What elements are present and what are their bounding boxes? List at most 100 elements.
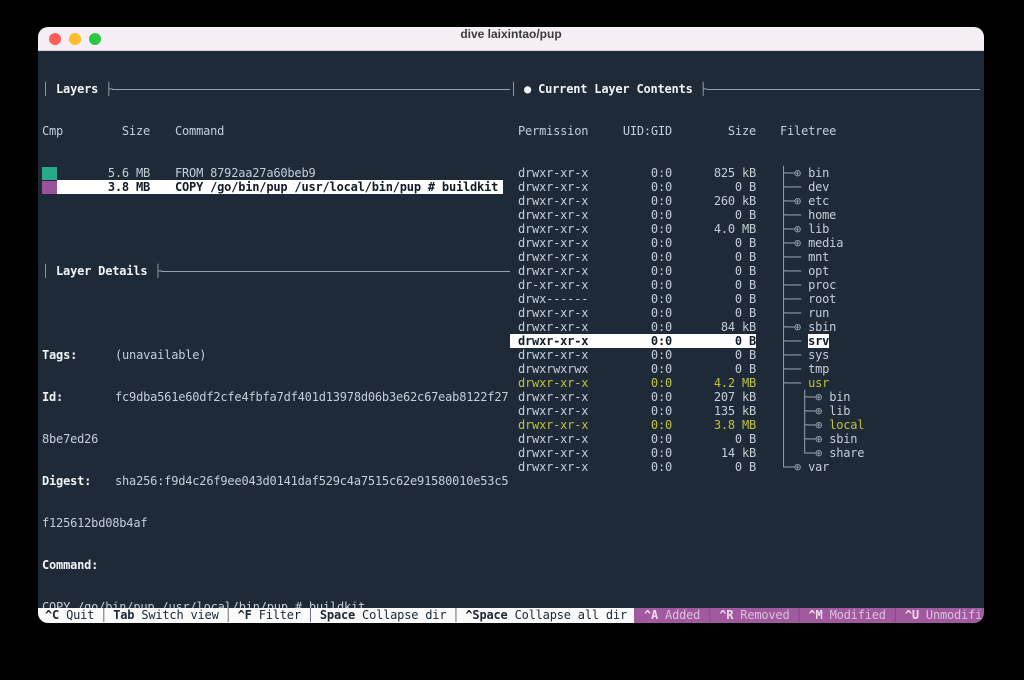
tree-branch-icon: ├── <box>780 180 809 194</box>
filetree-row[interactable]: drwxr-xr-x 0:0 0 B ├── home <box>510 208 980 222</box>
file-name: sbin <box>808 320 837 334</box>
file-tree-cell: ├── dev <box>756 180 829 194</box>
tree-branch-icon: ├── <box>780 278 809 292</box>
filetree-row[interactable]: drwxr-xr-x 0:0 3.8 MB │ ├─⊕ local <box>510 418 980 432</box>
keybind-key: ^R <box>719 608 734 622</box>
file-size: 0 B <box>734 292 756 306</box>
legend-removed: ^R Removed <box>719 608 790 622</box>
layers-panel: │ Layers ├ Cmp Size Command 5.6 MB FROM 8… <box>42 54 510 608</box>
dive-content: │ Layers ├ Cmp Size Command 5.6 MB FROM 8… <box>38 51 984 608</box>
file-uid-gid: 0:0 <box>650 390 672 404</box>
file-permission: drwxr-xr-x <box>518 194 589 208</box>
border-glyph: │ <box>510 82 518 96</box>
keybind-key: ^U <box>904 608 919 622</box>
file-uid-gid: 0:0 <box>650 446 672 460</box>
filetree-row[interactable]: drwxr-xr-x 0:0 0 B ├── opt <box>510 264 980 278</box>
file-name: local <box>829 418 865 432</box>
tree-branch-icon: │ └─⊕ <box>780 446 830 460</box>
tree-branch-icon: │ ├─⊕ <box>780 404 830 418</box>
file-name: home <box>808 208 837 222</box>
file-size: 0 B <box>734 236 756 250</box>
file-permission: drwxr-xr-x <box>518 460 589 474</box>
keybind-key: Space <box>319 608 356 622</box>
separator: │ <box>891 608 899 622</box>
filetree-row[interactable]: drwxr-xr-x 0:0 260 kB ├─⊕ etc <box>510 194 980 208</box>
filetree-row[interactable]: drwxr-xr-x 0:0 0 B ├── mnt <box>510 250 980 264</box>
file-uid-gid: 0:0 <box>650 194 672 208</box>
close-button[interactable] <box>49 33 61 45</box>
filetree-row[interactable]: drwxr-xr-x 0:0 14 kB │ └─⊕ share <box>510 446 980 460</box>
file-permission: drwxrwxrwx <box>518 362 589 376</box>
file-permission: drwxr-xr-x <box>518 236 589 250</box>
file-name: tmp <box>808 362 830 376</box>
minimize-button[interactable] <box>69 33 81 45</box>
filetree-panel-title: ● Current Layer Contents <box>524 82 693 96</box>
filetree-column-header: Filetree <box>780 124 837 138</box>
command-column-header: Command <box>175 124 225 138</box>
hint-collapse-all-dir: ^Space Collapse all dir <box>465 608 627 622</box>
filetree-row[interactable]: drwxr-xr-x 0:0 4.0 MB ├─⊕ lib <box>510 222 980 236</box>
digest-label: Digest: <box>42 474 92 488</box>
separator: │ <box>100 608 108 622</box>
file-name: proc <box>808 278 837 292</box>
command-value: COPY /go/bin/pup /usr/local/bin/pup # bu… <box>42 600 366 608</box>
file-permission: drwxr-xr-x <box>510 334 590 348</box>
border-glyph: ├ <box>105 82 113 96</box>
file-tree-cell: ├── proc <box>756 278 836 292</box>
tree-branch-icon: │ ├─⊕ <box>780 432 830 446</box>
file-permission: drwxr-xr-x <box>518 320 589 334</box>
tree-branch-icon: ├── <box>780 208 809 222</box>
filetree-row[interactable]: drwxr-xr-x 0:0 0 B ├── run <box>510 306 980 320</box>
filetree-row[interactable]: drwxr-xr-x 0:0 0 B ├── dev <box>510 180 980 194</box>
file-name: opt <box>808 264 830 278</box>
header-rule <box>112 89 510 90</box>
tags-value: (unavailable) <box>115 348 207 362</box>
layer-row[interactable]: 3.8 MB COPY /go/bin/pup /usr/local/bin/pu… <box>42 180 510 194</box>
layer-row[interactable]: 5.6 MB FROM 8792aa27a60beb9 <box>42 166 510 180</box>
file-size: 0 B <box>734 362 756 376</box>
border-glyph: ├ <box>154 264 162 278</box>
filetree-row[interactable]: drwxr-xr-x 0:0 84 kB ├─⊕ sbin <box>510 320 980 334</box>
id-value: fc9dba561e60df2cfe4fbfa7df401d13978d06b3… <box>115 390 509 404</box>
tree-branch-icon: ├── <box>780 376 809 390</box>
filetree-row[interactable]: drwxr-xr-x 0:0 825 kB ├─⊕ bin <box>510 166 980 180</box>
id-line: Id: fc9dba561e60df2cfe4fbfa7df401d13978d0… <box>42 390 510 404</box>
digest-value: sha256:f9d4c26f9ee043d0141daf529c4a7515c… <box>115 474 509 488</box>
filetree-list: drwxr-xr-x 0:0 825 kB ├─⊕ bin drwxr-xr-x 0:0 0… <box>510 166 980 474</box>
file-uid-gid: 0:0 <box>650 236 672 250</box>
file-permission: drwxr-xr-x <box>518 348 589 362</box>
filetree-panel-header: │ ● Current Layer Contents ├ <box>510 82 980 96</box>
filetree-row[interactable]: drwx------ 0:0 0 B ├── root <box>510 292 980 306</box>
tree-branch-icon: ├─⊕ <box>780 166 809 180</box>
filetree-row[interactable]: drwxr-xr-x 0:0 207 kB │ ├─⊕ bin <box>510 390 980 404</box>
file-permission: drwx------ <box>518 292 589 306</box>
separator: │ <box>452 608 460 622</box>
filetree-row[interactable]: drwxr-xr-x 0:0 0 B ├─⊕ media <box>510 236 980 250</box>
filetree-row[interactable]: drwxr-xr-x 0:0 0 B └─⊕ var <box>510 460 980 474</box>
filetree-row[interactable]: drwxr-xr-x 0:0 0 B │ ├─⊕ sbin <box>510 432 980 446</box>
filetree-row[interactable]: drwxr-xr-x 0:0 4.2 MB ├── usr <box>510 376 980 390</box>
filetree-row[interactable]: drwxrwxrwx 0:0 0 B ├── tmp <box>510 362 980 376</box>
file-size: 207 kB <box>713 390 756 404</box>
file-size: 0 B <box>672 334 756 348</box>
uid-gid-column-header: UID:GID <box>622 124 672 138</box>
filetree-row[interactable]: dr-xr-xr-x 0:0 0 B ├── proc <box>510 278 980 292</box>
border-glyph: │ <box>42 82 50 96</box>
file-tree-cell: ├─⊕ sbin <box>756 320 836 334</box>
filetree-row[interactable]: drwxr-xr-x 0:0 0 B ├── sys <box>510 348 980 362</box>
file-permission: drwxr-xr-x <box>518 306 589 320</box>
file-size: 14 kB <box>720 446 756 460</box>
file-name: run <box>808 306 830 320</box>
file-tree-cell: ├─⊕ etc <box>756 194 829 208</box>
cmp-column-header: Cmp <box>42 124 64 138</box>
file-tree-cell: │ ├─⊕ bin <box>756 390 850 404</box>
file-tree-cell: ├── srv <box>756 334 829 348</box>
maximize-button[interactable] <box>89 33 101 45</box>
filetree-row[interactable]: drwxr-xr-x 0:0 135 kB │ ├─⊕ lib <box>510 404 980 418</box>
digest-line-wrap: f125612bd08b4af <box>42 516 148 530</box>
status-bar: ^C Quit │ Tab Switch view │ ^F Filter │ Space … <box>38 608 984 623</box>
file-permission: drwxr-xr-x <box>518 432 589 446</box>
filetree-row[interactable]: drwxr-xr-x 0:0 0 B ├── srv <box>510 334 980 348</box>
file-size: 0 B <box>734 348 756 362</box>
file-uid-gid: 0:0 <box>650 460 672 474</box>
